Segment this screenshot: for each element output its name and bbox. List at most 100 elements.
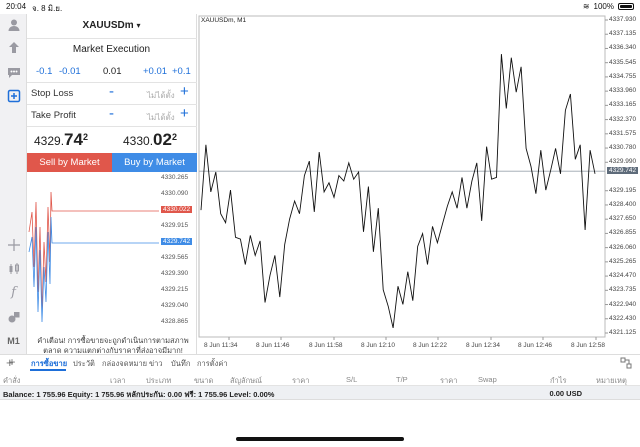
col-swap: Swap: [478, 375, 497, 384]
y-tick-label: 4334.755: [609, 72, 637, 80]
tab-journal[interactable]: บันทึก: [171, 358, 190, 370]
function-icon[interactable]: f: [5, 284, 22, 301]
objects-icon[interactable]: [5, 308, 22, 325]
take-profit-plus-button[interactable]: +: [180, 105, 189, 122]
tick-level-label: 4330.090: [161, 190, 189, 197]
price-series-line: [200, 54, 596, 328]
symbol-selector[interactable]: XAUUSDm ▾: [27, 20, 196, 31]
take-profit-input[interactable]: ไม่ได้ตั้ง: [147, 111, 175, 124]
bid-price-sup: 2: [82, 132, 88, 142]
timeframe-button[interactable]: M1: [5, 332, 22, 349]
col-tp: T/P: [396, 375, 408, 384]
warning-text: คำเตือน! การซื้อขายจะถูกดำเนินการตามสภาพ…: [37, 336, 189, 355]
y-tick-label: 4337.930: [609, 16, 637, 23]
active-tab-indicator: [30, 369, 66, 371]
tick-level-label: 4329.040: [161, 302, 189, 309]
y-tick-label: 4330.780: [609, 144, 637, 152]
tab-mailbox[interactable]: กล่องจดหมาย: [102, 358, 147, 370]
ask-price-prefix: 4330.: [123, 134, 154, 148]
crosshair-icon[interactable]: [5, 236, 22, 253]
tick-level-label: 4329.915: [161, 222, 189, 229]
bottom-tabs: + การซื้อขาย ประวัติ กล่องจดหมาย ข่าว บั…: [0, 354, 640, 371]
y-tick-label: 4328.400: [609, 200, 637, 208]
y-tick-label: 4324.470: [609, 272, 637, 280]
tick-level-label: 4330.265: [161, 174, 189, 181]
volume-plus-0-01[interactable]: +0.01: [143, 66, 167, 77]
wifi-icon: ≋: [582, 2, 590, 11]
battery-percent: 100%: [593, 2, 614, 11]
y-tick-label: 4337.135: [609, 30, 637, 38]
tick-level-label: 4329.742: [161, 238, 193, 245]
x-tick-label: 8 Jun 12:58: [571, 342, 605, 349]
tick-chart: 4330.265 4330.090 4330.022 4329.915 4329.742…: [27, 172, 197, 332]
current-price-tag: 4329.742: [607, 167, 639, 175]
x-tick-label: 8 Jun 11:46: [256, 342, 290, 349]
battery-icon: [618, 3, 634, 10]
status-time: 20:04: [6, 2, 27, 11]
bid-price-prefix: 4329.: [34, 134, 65, 148]
x-tick-label: 8 Jun 12:10: [361, 342, 395, 349]
ask-price-sup: 2: [171, 132, 177, 142]
price-chart-svg: [198, 15, 608, 340]
ask-price: 4330.022: [123, 130, 177, 150]
divider: [27, 126, 197, 127]
add-tab-icon[interactable]: +: [6, 355, 18, 369]
y-tick-label: 4327.650: [609, 215, 637, 223]
y-tick-label: 4336.340: [609, 44, 637, 52]
stop-loss-plus-button[interactable]: +: [180, 83, 189, 100]
total-profit: 0.00 USD: [549, 389, 582, 398]
volume-minus-0-01[interactable]: -0.01: [59, 66, 81, 77]
trade-icon[interactable]: [5, 39, 22, 56]
home-indicator: [236, 437, 404, 441]
tick-level-label: 4328.865: [161, 318, 189, 325]
y-tick-label: 4323.735: [609, 286, 637, 294]
col-sl: S/L: [346, 375, 358, 384]
y-tick-label: 4326.060: [609, 243, 637, 251]
positions-header: คำสั่ง เวลา ประเภท ขนาด สัญลักษณ์ ราคา S…: [0, 372, 640, 386]
stop-loss-minus-button[interactable]: -: [109, 83, 114, 100]
y-tick-label: 4333.960: [609, 87, 637, 95]
take-profit-minus-button[interactable]: -: [109, 105, 114, 122]
y-tick-label: 4329.990: [609, 158, 637, 166]
tick-level-label: 4329.565: [161, 254, 189, 261]
ask-price-big: 02: [153, 130, 172, 149]
chart-title: XAUUSDm, M1: [201, 17, 247, 24]
x-tick-label: 8 Jun 12:34: [466, 342, 500, 349]
new-order-icon[interactable]: [5, 87, 22, 104]
y-tick-label: 4322.940: [609, 300, 637, 308]
volume-minus-0-1[interactable]: -0.1: [36, 66, 52, 77]
y-tick-label: 4335.545: [609, 58, 637, 66]
status-bar: 20:04 จ. 8 มิ.ย. ≋ 100%: [0, 0, 640, 14]
balance-row: Balance: 1 755.96 Equity: 1 755.96 หลักป…: [0, 386, 640, 400]
volume-input[interactable]: 0.01: [103, 66, 122, 77]
bid-price: 4329.742: [34, 130, 88, 150]
take-profit-label: Take Profit: [31, 110, 76, 121]
tab-history[interactable]: ประวัติ: [73, 358, 95, 370]
y-tick-label: 4321.125: [609, 329, 637, 336]
volume-plus-0-1[interactable]: +0.1: [172, 66, 191, 77]
user-icon[interactable]: [5, 16, 22, 33]
order-panel: XAUUSDm ▾ Market Execution -0.1 -0.01 0.…: [27, 14, 197, 355]
stop-loss-input[interactable]: ไม่ได้ตั้ง: [147, 89, 175, 102]
tick-level-label: 4329.390: [161, 270, 189, 277]
tick-level-label: 4329.215: [161, 286, 189, 293]
tick-level-label: 4330.022: [161, 206, 193, 213]
balance-summary: Balance: 1 755.96 Equity: 1 755.96 หลักป…: [3, 390, 275, 399]
stop-loss-label: Stop Loss: [31, 88, 74, 99]
y-tick-label: 4322.430: [609, 314, 637, 322]
tab-news[interactable]: ข่าว: [149, 358, 163, 370]
y-tick-label: 4331.575: [609, 129, 637, 137]
left-toolbar: f M1: [0, 14, 27, 354]
buy-by-market-button[interactable]: Buy by Market: [112, 153, 197, 172]
divider: [27, 38, 197, 39]
y-tick-label: 4329.195: [609, 186, 637, 194]
price-chart[interactable]: XAUUSDm, M1 4337.930 4337.135 4336.340 4335…: [197, 14, 640, 354]
sell-by-market-button[interactable]: Sell by Market: [27, 153, 112, 172]
candles-icon[interactable]: [5, 260, 22, 277]
tab-settings[interactable]: การตั้งค่า: [197, 358, 228, 370]
chat-icon[interactable]: [5, 63, 22, 80]
execution-type[interactable]: Market Execution: [27, 44, 196, 55]
y-tick-label: 4326.855: [609, 229, 637, 237]
x-tick-label: 8 Jun 12:22: [413, 342, 447, 349]
y-tick-label: 4325.265: [609, 257, 637, 265]
